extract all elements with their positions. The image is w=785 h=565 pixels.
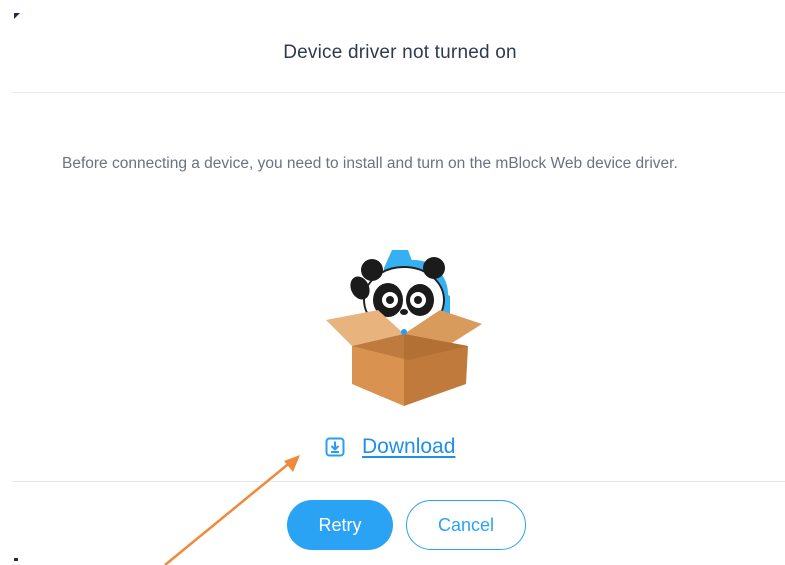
- corner-marker-bottom: [14, 558, 18, 561]
- dialog-title: Device driver not turned on: [283, 42, 517, 63]
- download-link[interactable]: Download: [325, 432, 455, 462]
- dialog-message: Before connecting a device, you need to …: [62, 155, 678, 172]
- cancel-button[interactable]: Cancel: [406, 500, 526, 550]
- retry-button[interactable]: Retry: [287, 500, 393, 550]
- footer-divider: [12, 481, 785, 482]
- dialog-page: Device driver not turned on Before conne…: [0, 0, 785, 565]
- download-label: Download: [362, 435, 456, 458]
- header-divider: [12, 92, 785, 93]
- panda-in-box-illustration: [326, 250, 482, 406]
- corner-marker: [14, 13, 20, 19]
- download-icon: [325, 437, 345, 457]
